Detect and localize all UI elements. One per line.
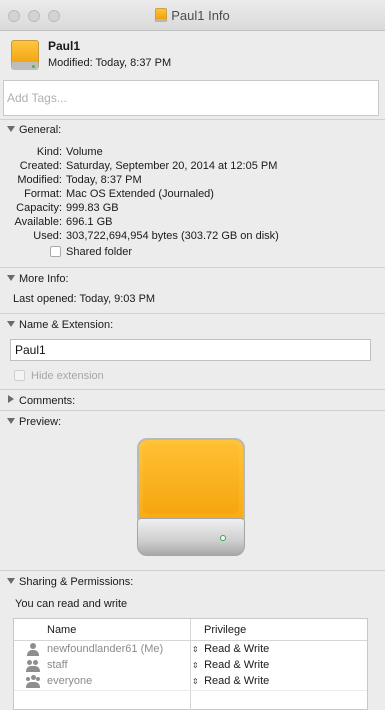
everyone-icon	[26, 675, 40, 688]
shared-folder-checkbox[interactable]	[50, 246, 61, 257]
item-name: Paul1	[48, 39, 81, 53]
general-value: 303,722,694,954 bytes (303.72 GB on disk…	[66, 230, 279, 242]
updown-arrows-icon: ⇕	[192, 677, 199, 686]
disclosure-down-icon	[7, 126, 15, 132]
row-separator	[14, 690, 367, 691]
privilege-value: Read & Write	[204, 675, 270, 687]
divider	[0, 389, 385, 390]
shared-folder-label: Shared folder	[66, 246, 133, 258]
general-key: Modified:	[17, 174, 62, 186]
privilege-select[interactable]: ⇕ Read & Write	[192, 643, 269, 655]
section-name-extension-label: Name & Extension:	[19, 319, 114, 331]
privilege-value: Read & Write	[204, 659, 270, 671]
sharing-summary: You can read and write	[15, 598, 128, 610]
divider	[0, 410, 385, 411]
hide-extension-checkbox[interactable]	[14, 370, 25, 381]
volume-drive-icon	[11, 40, 39, 70]
tags-input[interactable]	[3, 80, 379, 116]
item-modified: Modified: Today, 8:37 PM	[48, 57, 172, 69]
general-row-modified: Modified: Today, 8:37 PM	[0, 174, 385, 188]
column-name-header[interactable]: Name	[47, 624, 76, 636]
permission-user-name: staff	[47, 659, 68, 671]
divider	[0, 570, 385, 571]
updown-arrows-icon: ⇕	[192, 661, 199, 670]
privilege-value: Read & Write	[204, 643, 270, 655]
section-preview-toggle[interactable]: Preview:	[7, 416, 61, 428]
section-name-extension-toggle[interactable]: Name & Extension:	[7, 319, 113, 331]
window-title: Paul1 Info	[171, 8, 230, 23]
privilege-select[interactable]: ⇕ Read & Write	[192, 675, 269, 687]
general-row-created: Created: Saturday, September 20, 2014 at…	[0, 160, 385, 174]
general-value: Saturday, September 20, 2014 at 12:05 PM	[66, 160, 278, 172]
title-bar: Paul1 Info	[0, 0, 385, 31]
divider	[0, 313, 385, 314]
section-comments-label: Comments:	[19, 395, 76, 407]
general-value: Volume	[66, 146, 103, 158]
section-general-toggle[interactable]: General:	[7, 124, 61, 136]
disclosure-right-icon	[8, 395, 14, 403]
general-key: Format:	[24, 188, 62, 200]
divider	[0, 119, 385, 120]
general-key: Capacity:	[16, 202, 62, 214]
section-comments-toggle[interactable]: Comments:	[7, 395, 75, 407]
general-key: Available:	[14, 216, 63, 228]
general-row-used: Used: 303,722,694,954 bytes (303.72 GB o…	[0, 230, 385, 244]
section-more-info-label: More Info:	[19, 273, 69, 285]
disclosure-down-icon	[7, 418, 15, 424]
drive-icon	[155, 8, 168, 22]
divider	[0, 267, 385, 268]
table-row[interactable]: staff ⇕ Read & Write	[14, 658, 367, 674]
section-general-label: General:	[19, 124, 62, 136]
table-row[interactable]: everyone ⇕ Read & Write	[14, 674, 367, 690]
general-row-capacity: Capacity: 999.83 GB	[0, 202, 385, 216]
drive-preview-top	[137, 438, 245, 522]
section-sharing-toggle[interactable]: Sharing & Permissions:	[7, 576, 133, 588]
group-icon	[26, 659, 40, 672]
disclosure-down-icon	[7, 321, 15, 327]
general-value: 999.83 GB	[66, 202, 119, 214]
disclosure-down-icon	[7, 578, 15, 584]
permission-user-name: newfoundlander61 (Me)	[47, 643, 164, 655]
disclosure-down-icon	[7, 275, 15, 281]
drive-preview-base	[137, 518, 245, 556]
drive-preview-icon	[137, 438, 245, 556]
column-privilege-header[interactable]: Privilege	[204, 624, 246, 636]
general-row-format: Format: Mac OS Extended (Journaled)	[0, 188, 385, 202]
general-row-kind: Kind: Volume	[0, 146, 385, 160]
permission-user-name: everyone	[47, 675, 93, 687]
general-key: Kind:	[36, 146, 62, 158]
updown-arrows-icon: ⇕	[192, 645, 199, 654]
general-key: Used:	[33, 230, 62, 242]
section-sharing-label: Sharing & Permissions:	[19, 576, 134, 588]
window-title-wrap: Paul1 Info	[0, 8, 385, 23]
table-row[interactable]: newfoundlander61 (Me) ⇕ Read & Write	[14, 642, 367, 658]
general-value: Mac OS Extended (Journaled)	[66, 188, 214, 200]
last-opened: Last opened: Today, 9:03 PM	[13, 293, 156, 305]
name-field[interactable]	[10, 339, 371, 361]
general-value: Today, 8:37 PM	[66, 174, 142, 186]
general-row-available: Available: 696.1 GB	[0, 216, 385, 230]
section-more-info-toggle[interactable]: More Info:	[7, 273, 69, 285]
hide-extension-label: Hide extension	[31, 370, 104, 382]
section-preview-label: Preview:	[19, 416, 62, 428]
privilege-select[interactable]: ⇕ Read & Write	[192, 659, 269, 671]
permissions-table: Name Privilege newfoundlander61 (Me) ⇕ R…	[13, 618, 368, 710]
drive-led-icon	[220, 535, 226, 541]
single-user-icon	[26, 643, 40, 656]
general-key: Created:	[19, 160, 62, 172]
general-value: 696.1 GB	[66, 216, 113, 228]
